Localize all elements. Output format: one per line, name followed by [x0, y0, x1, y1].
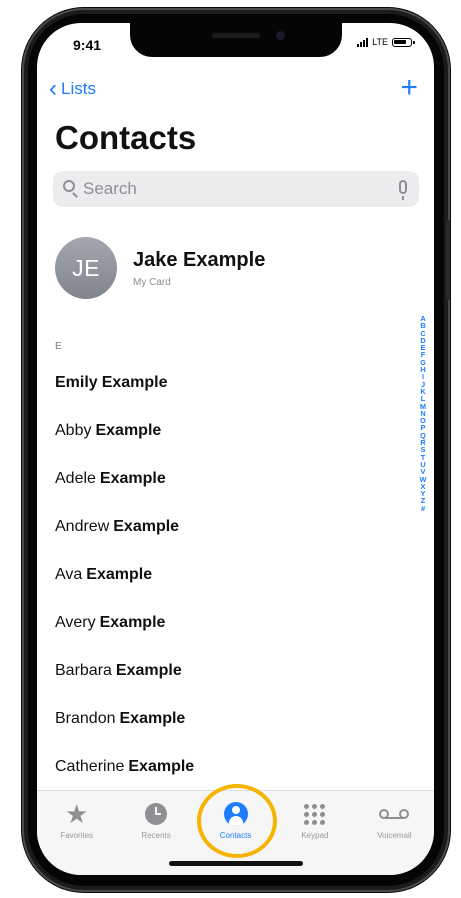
- tab-label: Voicemail: [377, 831, 412, 840]
- clock-icon: [145, 803, 168, 825]
- contact-last-name: Example: [128, 758, 195, 775]
- contact-last-name: Example: [95, 422, 162, 439]
- speaker-grille: [212, 33, 260, 38]
- status-indicators: LTE: [357, 37, 415, 47]
- list-item[interactable]: Barbara Example: [37, 647, 417, 695]
- battery-icon: [392, 37, 415, 47]
- contact-first-name: Barbara: [55, 662, 112, 679]
- contact-first-name: Brandon: [55, 710, 116, 727]
- contact-first-name: Andrew: [55, 518, 110, 535]
- notch: [130, 23, 342, 57]
- tab-label: Favorites: [60, 831, 94, 840]
- my-card-subtitle: My Card: [133, 276, 171, 288]
- add-contact-button[interactable]: +: [400, 73, 418, 103]
- my-card[interactable]: JE Jake Example My Card: [55, 231, 417, 305]
- contact-first-name: Emily: [55, 374, 98, 391]
- section-header: E: [55, 341, 62, 352]
- front-camera: [276, 31, 285, 40]
- side-button: [446, 220, 450, 300]
- voicemail-icon: [379, 807, 410, 821]
- search-input[interactable]: [83, 171, 403, 207]
- list-item[interactable]: Andrew Example: [37, 503, 417, 551]
- list-item[interactable]: Ava Example: [37, 551, 417, 599]
- contact-first-name: Abby: [55, 422, 92, 439]
- contact-first-name: Avery: [55, 614, 96, 631]
- index-letter[interactable]: #: [421, 504, 425, 512]
- contact-list: Emily Example Abby Example Adele Example An…: [37, 359, 417, 791]
- tab-label: Contacts: [219, 831, 252, 840]
- chevron-left-icon: ‹: [49, 75, 57, 102]
- home-indicator: [169, 861, 303, 866]
- tab-voicemail[interactable]: Voicemail: [355, 791, 434, 875]
- tab-label: Recents: [141, 831, 171, 840]
- list-item[interactable]: Avery Example: [37, 599, 417, 647]
- tab-label: Keypad: [301, 831, 329, 840]
- network-type: LTE: [372, 37, 388, 47]
- keypad-icon: [304, 803, 326, 825]
- contact-first-name: Adele: [55, 470, 96, 487]
- contact-last-name: Example: [119, 710, 186, 727]
- list-item[interactable]: Brandon Example: [37, 695, 417, 743]
- list-item[interactable]: Catherine Example: [37, 743, 417, 791]
- my-card-text: Jake Example My Card: [133, 249, 265, 288]
- status-time: 9:41: [73, 37, 102, 53]
- avatar: JE: [55, 237, 117, 299]
- alphabet-index[interactable]: A B C D E F G H I J K L M N O P Q R S T U V W X Y Z #: [418, 315, 428, 512]
- contact-last-name: Example: [115, 662, 182, 679]
- list-item[interactable]: Emily Example: [37, 359, 417, 407]
- page-title: Contacts: [55, 119, 197, 156]
- phone-screen: 9:41 LTE ‹ Lists + Contacts JE Jake Exam…: [37, 23, 434, 875]
- contact-last-name: Example: [99, 470, 166, 487]
- search-icon: [63, 180, 75, 192]
- my-card-name: Jake Example: [133, 248, 266, 271]
- search-bar[interactable]: [53, 171, 419, 207]
- back-button[interactable]: ‹ Lists: [49, 75, 96, 102]
- tab-favorites[interactable]: ★ Favorites: [37, 791, 116, 875]
- contact-last-name: Example: [99, 614, 166, 631]
- star-icon: ★: [65, 799, 89, 829]
- microphone-icon[interactable]: [399, 180, 407, 200]
- contact-last-name: Example: [101, 374, 168, 391]
- list-item[interactable]: Adele Example: [37, 455, 417, 503]
- contact-last-name: Example: [86, 566, 153, 583]
- contact-first-name: Ava: [55, 566, 83, 583]
- contact-first-name: Catherine: [55, 758, 125, 775]
- person-circle-icon: [223, 802, 248, 826]
- list-item[interactable]: Abby Example: [37, 407, 417, 455]
- contact-last-name: Example: [113, 518, 180, 535]
- signal-icon: [357, 37, 369, 47]
- back-label: Lists: [61, 79, 96, 98]
